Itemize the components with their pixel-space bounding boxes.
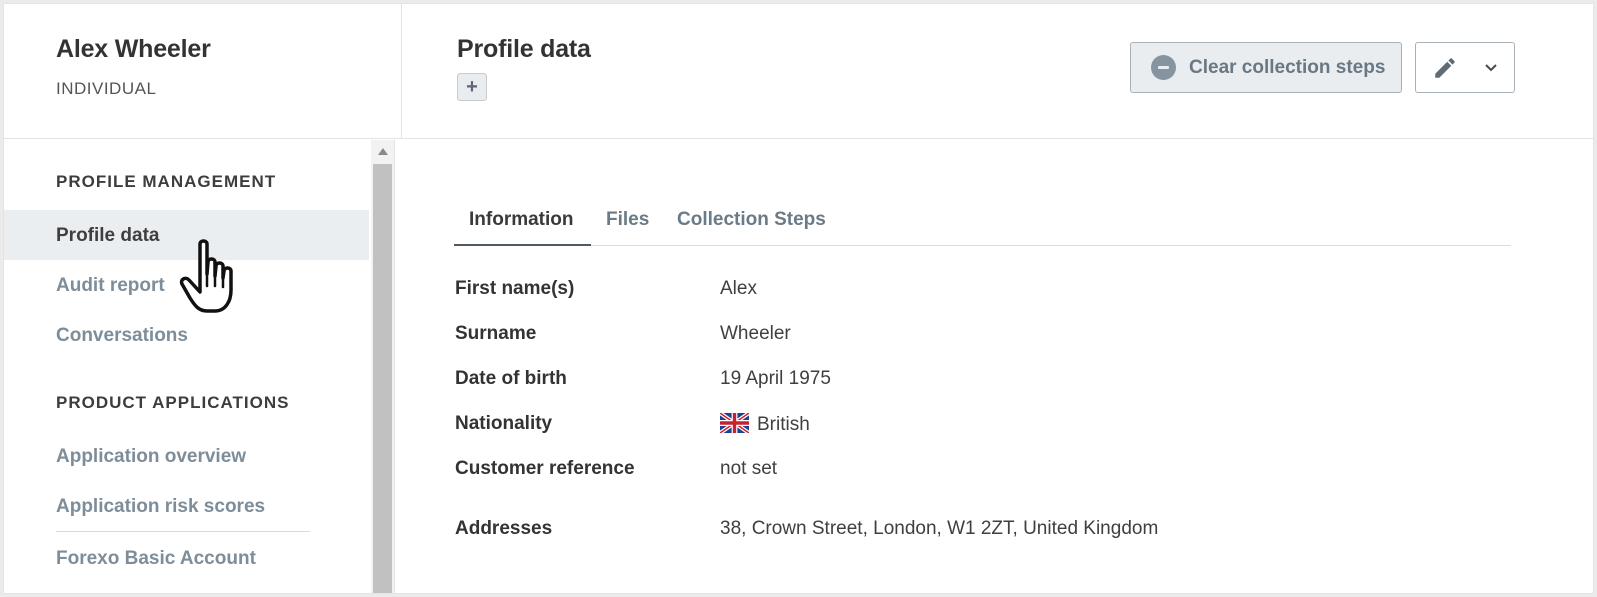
sidebar-item-forexo-basic-account[interactable]: Forexo Basic Account <box>56 548 256 570</box>
field-label-date-of-birth: Date of birth <box>455 368 567 389</box>
page-title: Profile data <box>457 35 591 63</box>
edit-dropdown-button[interactable] <box>1415 42 1515 93</box>
sidebar-item-audit-report[interactable]: Audit report <box>56 275 165 297</box>
tab-files[interactable]: Files <box>606 209 649 231</box>
add-button[interactable]: + <box>457 73 487 101</box>
tab-collection-steps[interactable]: Collection Steps <box>677 209 826 231</box>
clear-collection-steps-button[interactable]: Clear collection steps <box>1130 42 1402 93</box>
field-value-customer-reference: not set <box>720 458 778 479</box>
content-tabs: Information Files Collection Steps <box>454 199 1511 246</box>
uk-flag-icon <box>720 413 749 433</box>
sidebar-scrollbar[interactable] <box>371 140 394 593</box>
field-label-first-name: First name(s) <box>455 278 575 299</box>
field-value-date-of-birth: 19 April 1975 <box>720 368 831 389</box>
sidebar-divider <box>56 531 310 532</box>
field-value-first-name: Alex <box>720 278 757 299</box>
sidebar-item-application-overview[interactable]: Application overview <box>56 446 246 468</box>
field-label-nationality: Nationality <box>455 413 553 434</box>
page-header: Profile data + Clear collection steps <box>402 4 1593 139</box>
app-frame: Alex Wheeler INDIVIDUAL Profile data + C… <box>3 3 1594 594</box>
sidebar-item-conversations[interactable]: Conversations <box>56 325 188 347</box>
minus-circle-icon <box>1151 55 1176 80</box>
nationality-text: British <box>757 414 810 435</box>
chevron-down-icon <box>1485 63 1497 71</box>
scrollbar-thumb[interactable] <box>373 164 392 593</box>
clear-collection-steps-label: Clear collection steps <box>1189 56 1386 78</box>
field-label-addresses: Addresses <box>455 518 553 539</box>
active-tab-indicator <box>454 244 591 246</box>
field-value-addresses: 38, Crown Street, London, W1 2ZT, United… <box>720 518 1159 539</box>
scroll-up-arrow-icon[interactable] <box>371 140 394 162</box>
section-heading-product-applications: PRODUCT APPLICATIONS <box>56 393 290 412</box>
field-label-surname: Surname <box>455 323 537 344</box>
pencil-icon <box>1435 57 1455 78</box>
sidebar-item-profile-data[interactable]: Profile data <box>56 225 159 247</box>
profile-name: Alex Wheeler <box>56 35 211 63</box>
field-value-surname: Wheeler <box>720 323 791 344</box>
field-label-customer-reference: Customer reference <box>455 458 635 479</box>
sidebar-separator <box>394 140 395 593</box>
field-value-nationality: British <box>720 413 810 436</box>
sidebar: PROFILE MANAGEMENT Profile data Audit re… <box>4 140 376 593</box>
tab-information[interactable]: Information <box>469 209 574 231</box>
sidebar-item-application-risk-scores[interactable]: Application risk scores <box>56 496 265 518</box>
profile-header: Alex Wheeler INDIVIDUAL <box>4 4 402 139</box>
section-heading-profile-management: PROFILE MANAGEMENT <box>56 172 277 191</box>
profile-type: INDIVIDUAL <box>56 79 157 98</box>
